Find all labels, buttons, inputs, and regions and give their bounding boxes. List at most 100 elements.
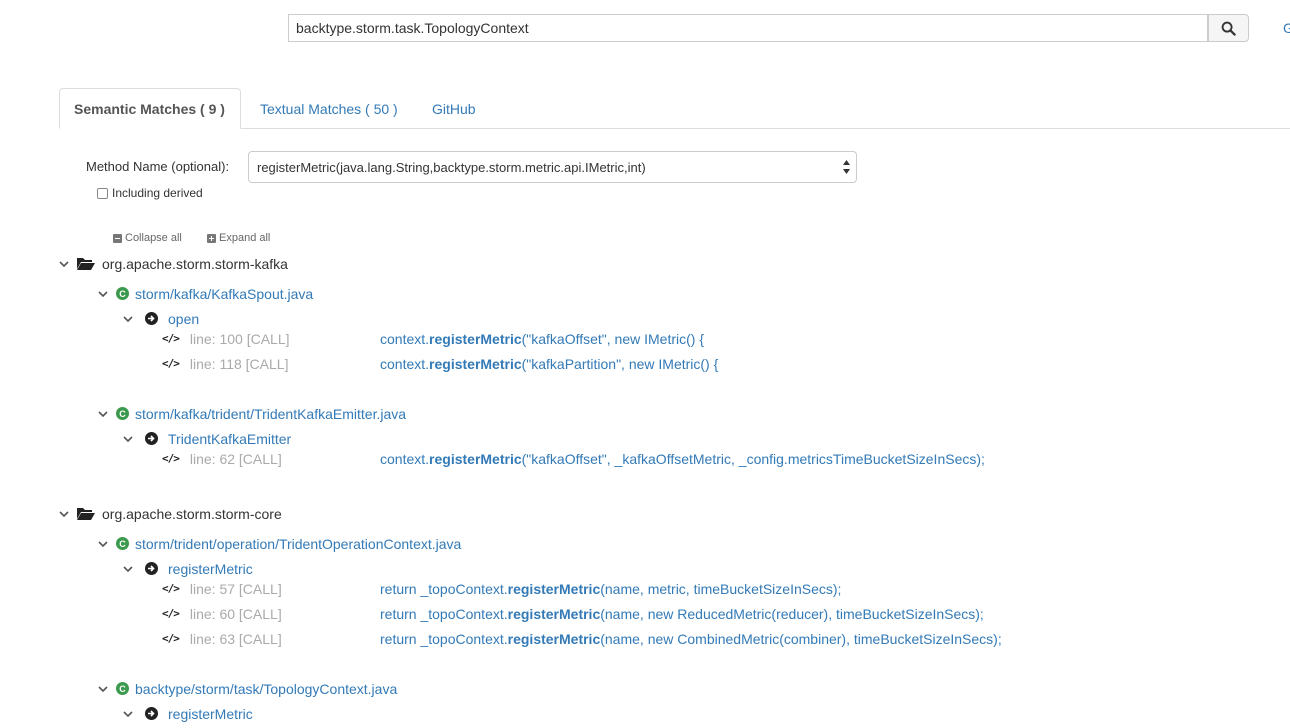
code-prefix: return _topoContext. (380, 580, 508, 597)
method-arrow-icon (145, 707, 158, 720)
tab-semantic-matches[interactable]: Semantic Matches ( 9 ) (59, 88, 241, 129)
chevron-down-icon[interactable] (98, 684, 108, 694)
select-arrows-icon (843, 160, 850, 174)
chevron-down-icon[interactable] (98, 539, 108, 549)
call-line-row[interactable]: </> line: 100 [CALL] (162, 326, 290, 351)
svg-text:C: C (119, 289, 126, 299)
search-button[interactable] (1208, 14, 1249, 42)
tabs-divider (59, 128, 1290, 129)
method-name-label: Method Name (optional): (86, 159, 230, 174)
code-icon: </> (162, 357, 180, 370)
file-path-link[interactable]: backtype/storm/task/TopologyContext.java (135, 681, 397, 697)
code-prefix: context. (380, 330, 430, 347)
line-ref-link[interactable]: line: 63 [CALL] (190, 631, 282, 647)
line-ref-link[interactable]: line: 62 [CALL] (190, 451, 282, 467)
code-highlight: registerMetric (507, 630, 601, 647)
method-row[interactable]: registerMetric (123, 701, 253, 726)
code-icon: </> (162, 582, 180, 595)
tab-textual-matches[interactable]: Textual Matches ( 50 ) (246, 88, 412, 129)
code-suffix: ("kafkaOffset", _kafkaOffsetMetric, _con… (521, 450, 985, 467)
file-path-link[interactable]: storm/trident/operation/TridentOperation… (135, 536, 461, 552)
file-row[interactable]: C storm/kafka/KafkaSpout.java (98, 281, 313, 306)
code-highlight: registerMetric (429, 330, 522, 347)
chevron-down-icon[interactable] (123, 434, 133, 444)
code-prefix: context. (380, 450, 430, 467)
method-name-link[interactable]: open (168, 311, 199, 327)
class-icon: C (116, 287, 129, 300)
chevron-down-icon[interactable] (59, 509, 69, 519)
including-derived-checkbox[interactable] (97, 188, 108, 199)
method-arrow-icon (145, 562, 158, 575)
code-snippet[interactable]: context. registerMetric ("kafkaOffset", _k… (380, 446, 985, 471)
call-line-row[interactable]: </> line: 62 [CALL] (162, 446, 282, 471)
package-row[interactable]: org.apache.storm.storm-core (59, 501, 282, 526)
call-line-row[interactable]: </> line: 63 [CALL] (162, 626, 282, 651)
search-icon (1221, 21, 1236, 36)
code-prefix: context. (380, 355, 430, 372)
file-row[interactable]: C backtype/storm/task/TopologyContext.ja… (98, 676, 397, 701)
code-snippet[interactable]: context. registerMetric ("kafkaOffset", ne… (380, 326, 704, 351)
code-suffix: (name, metric, timeBucketSizeInSecs); (600, 580, 842, 597)
call-line-row[interactable]: </> line: 57 [CALL] (162, 576, 282, 601)
line-ref-link[interactable]: line: 57 [CALL] (190, 581, 282, 597)
code-snippet[interactable]: return _topoContext. registerMetric (name,… (380, 626, 1002, 651)
code-prefix: return _topoContext. (380, 630, 508, 647)
search-input[interactable] (288, 14, 1208, 42)
package-row[interactable]: org.apache.storm.storm-kafka (59, 251, 288, 276)
folder-open-icon (77, 508, 95, 520)
expand-all-button[interactable]: Expand all (207, 232, 270, 244)
cut-off-link[interactable]: G (1283, 20, 1290, 36)
code-suffix: (name, new CombinedMetric(combiner), tim… (600, 630, 1002, 647)
method-name-link[interactable]: TridentKafkaEmitter (168, 431, 291, 447)
method-name-link[interactable]: registerMetric (168, 561, 253, 577)
code-suffix: ("kafkaPartition", new IMetric() { (521, 355, 719, 372)
expand-all-label: Expand all (219, 232, 271, 244)
code-suffix: ("kafkaOffset", new IMetric() { (521, 330, 705, 347)
chevron-down-icon[interactable] (123, 314, 133, 324)
code-suffix: (name, new ReducedMetric(reducer), timeB… (600, 605, 984, 622)
method-name-link[interactable]: registerMetric (168, 706, 253, 722)
chevron-down-icon[interactable] (123, 564, 133, 574)
line-ref-link[interactable]: line: 100 [CALL] (190, 331, 290, 347)
method-select-value: registerMetric(java.lang.String,backtype… (257, 159, 646, 175)
line-ref-link[interactable]: line: 118 [CALL] (190, 356, 289, 372)
file-row[interactable]: C storm/kafka/trident/TridentKafkaEmitte… (98, 401, 406, 426)
method-name-select[interactable]: registerMetric(java.lang.String,backtype… (248, 151, 857, 183)
code-highlight: registerMetric (429, 450, 522, 467)
svg-text:C: C (119, 539, 126, 549)
minus-square-icon (113, 233, 122, 243)
code-icon: </> (162, 332, 180, 345)
code-snippet[interactable]: context. registerMetric ("kafkaPartition",… (380, 351, 718, 376)
tab-github[interactable]: GitHub (418, 88, 490, 129)
code-prefix: return _topoContext. (380, 605, 508, 622)
class-icon: C (116, 537, 129, 550)
svg-text:C: C (119, 684, 126, 694)
file-row[interactable]: C storm/trident/operation/TridentOperati… (98, 531, 461, 556)
including-derived-label: Including derived (112, 186, 203, 200)
svg-text:C: C (119, 409, 126, 419)
chevron-down-icon[interactable] (98, 289, 108, 299)
folder-open-icon (77, 258, 95, 270)
class-icon: C (116, 407, 129, 420)
code-snippet[interactable]: return _topoContext. registerMetric (name,… (380, 576, 841, 601)
class-icon: C (116, 682, 129, 695)
call-line-row[interactable]: </> line: 118 [CALL] (162, 351, 288, 376)
code-highlight: registerMetric (507, 605, 601, 622)
code-highlight: registerMetric (507, 580, 601, 597)
method-arrow-icon (145, 312, 158, 325)
collapse-all-label: Collapse all (125, 232, 182, 244)
code-highlight: registerMetric (429, 355, 522, 372)
chevron-down-icon[interactable] (98, 409, 108, 419)
code-icon: </> (162, 632, 180, 645)
chevron-down-icon[interactable] (123, 709, 133, 719)
plus-square-icon (207, 233, 216, 243)
file-path-link[interactable]: storm/kafka/trident/TridentKafkaEmitter.… (135, 406, 406, 422)
call-line-row[interactable]: </> line: 60 [CALL] (162, 601, 282, 626)
code-snippet[interactable]: return _topoContext. registerMetric (name,… (380, 601, 984, 626)
chevron-down-icon[interactable] (59, 259, 69, 269)
line-ref-link[interactable]: line: 60 [CALL] (190, 606, 282, 622)
file-path-link[interactable]: storm/kafka/KafkaSpout.java (135, 286, 313, 302)
package-name: org.apache.storm.storm-kafka (102, 255, 288, 272)
code-icon: </> (162, 607, 180, 620)
collapse-all-button[interactable]: Collapse all (113, 232, 182, 244)
